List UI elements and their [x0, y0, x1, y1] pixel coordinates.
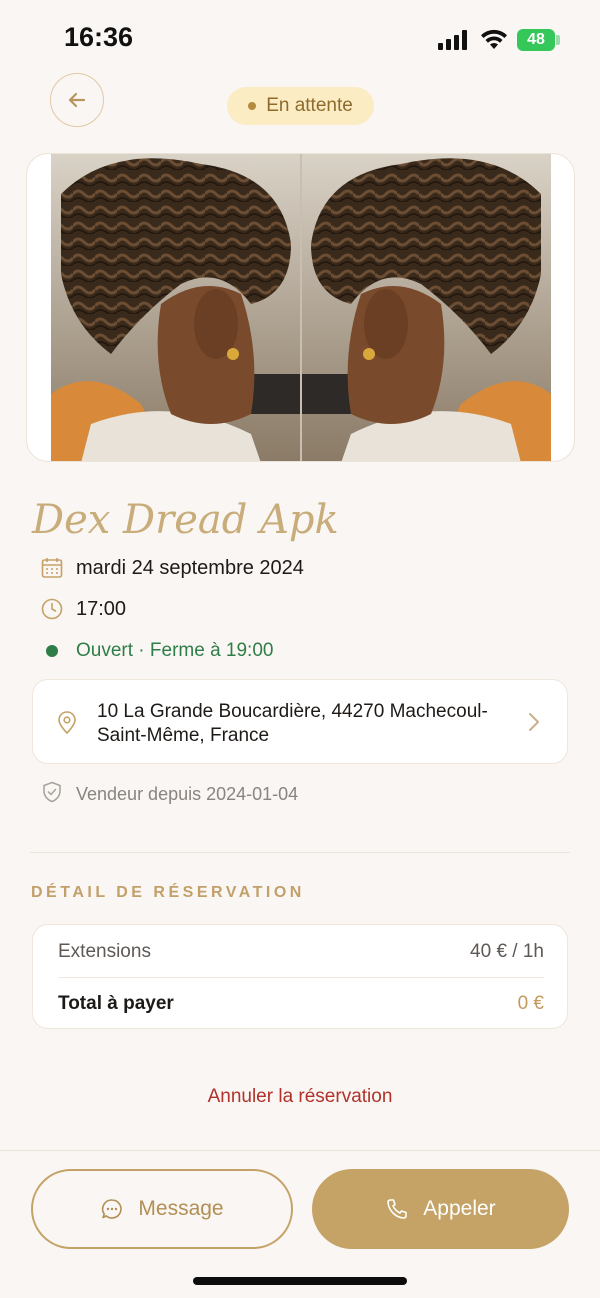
message-button[interactable]: Message: [31, 1169, 293, 1249]
chevron-right-icon: [529, 713, 539, 731]
reservation-detail-card: Extensions 40 € / 1h Total à payer 0 €: [32, 924, 568, 1029]
seller-since-row: Vendeur depuis 2024-01-04: [40, 780, 298, 808]
phone-icon: [387, 1199, 408, 1219]
back-button[interactable]: [50, 73, 104, 127]
service-line: Extensions 40 € / 1h: [58, 937, 544, 967]
hairstyle-photo: [51, 154, 551, 461]
open-status-dot: [46, 645, 58, 657]
message-button-label: Message: [138, 1197, 224, 1220]
home-indicator[interactable]: [193, 1277, 407, 1285]
shop-photo[interactable]: [26, 153, 575, 462]
map-pin-icon: [58, 711, 76, 735]
battery-level: 48: [527, 31, 545, 48]
reservation-section-title: DÉTAIL DE RÉSERVATION: [31, 884, 305, 901]
cancel-reservation-link[interactable]: Annuler la réservation: [0, 1086, 600, 1108]
calendar-icon: [40, 556, 64, 580]
service-name: Extensions: [58, 941, 151, 962]
booking-date-row: mardi 24 septembre 2024: [40, 553, 304, 583]
total-line: Total à payer 0 €: [58, 989, 544, 1019]
detail-separator: [58, 977, 544, 978]
seller-since: Vendeur depuis 2024-01-04: [76, 783, 299, 804]
battery-icon: 48: [517, 29, 555, 51]
cellular-signal-icon: [438, 30, 467, 50]
status-dot: [248, 102, 257, 110]
booking-time-row: 17:00: [40, 594, 126, 624]
status-badge: En attente: [227, 87, 374, 125]
status-badge-label: En attente: [266, 95, 353, 116]
opening-status-row: Ouvert · Ferme à 19:00: [40, 636, 273, 666]
total-label: Total à payer: [58, 993, 174, 1014]
address-card[interactable]: 10 La Grande Boucardière, 44270 Machecou…: [32, 679, 568, 764]
clock-icon: [40, 597, 64, 621]
wifi-icon: [481, 29, 507, 49]
booking-date: mardi 24 septembre 2024: [76, 556, 304, 579]
total-value: 0 €: [517, 993, 544, 1014]
service-price: 40 € / 1h: [470, 941, 544, 962]
call-button[interactable]: Appeler: [312, 1169, 569, 1249]
status-time: 16:36: [64, 22, 134, 52]
arrow-left-icon: [68, 92, 86, 108]
call-button-label: Appeler: [423, 1197, 496, 1220]
opening-status: Ouvert · Ferme à 19:00: [76, 640, 274, 661]
shop-address: 10 La Grande Boucardière, 44270 Machecou…: [97, 701, 488, 746]
shop-name: Dex Dread Apk: [32, 497, 339, 543]
booking-time: 17:00: [76, 597, 127, 620]
chat-bubble-icon: [102, 1199, 123, 1219]
shield-check-icon: [40, 780, 64, 809]
status-bar: 16:36 48: [0, 0, 600, 80]
section-divider: [30, 852, 570, 853]
battery-tip: [556, 35, 560, 45]
